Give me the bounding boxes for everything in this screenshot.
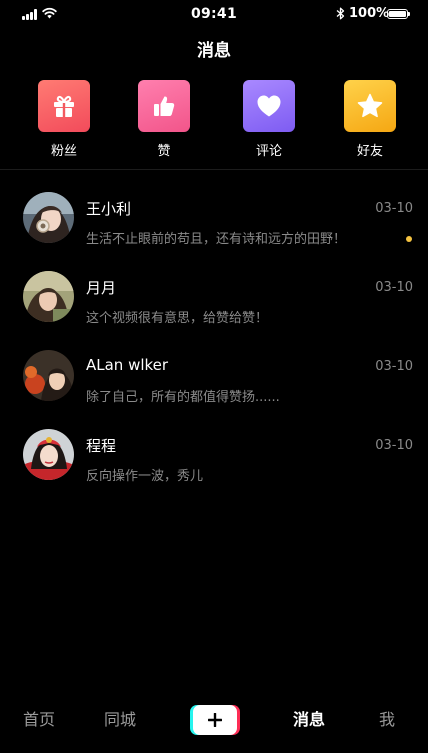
message-preview: 反向操作一波，秀儿 [86, 469, 204, 484]
heart-icon [243, 80, 295, 132]
message-row[interactable]: ALan wlker 除了自己，所有的都值得赞扬...... 03-10 [0, 328, 428, 407]
contact-name: 月月 [86, 279, 117, 297]
message-categories: 粉丝 赞 评论 好友 [0, 80, 428, 160]
tab-home[interactable]: 首页 [23, 706, 55, 730]
avatar[interactable] [23, 350, 74, 401]
category-label-friends: 好友 [356, 144, 383, 159]
category-label-fans: 粉丝 [50, 144, 77, 159]
avatar[interactable] [23, 271, 74, 322]
bottom-tab-bar: 首页 同城 消息 我 [0, 694, 428, 742]
contact-name: ALan wlker [86, 356, 169, 374]
message-date: 03-10 [375, 280, 413, 295]
contact-name: 王小利 [86, 200, 132, 218]
tab-me[interactable]: 我 [379, 706, 395, 730]
message-preview: 生活不止眼前的苟且，还有诗和远方的田野！ [86, 232, 347, 247]
battery-percentage: 100% [349, 6, 390, 21]
category-comments[interactable]: 评论 [229, 80, 309, 159]
message-date: 03-10 [375, 438, 413, 453]
avatar[interactable] [23, 429, 74, 480]
create-button[interactable] [190, 705, 240, 735]
message-date: 03-10 [375, 201, 413, 216]
thumbs-up-icon [138, 80, 190, 132]
message-date: 03-10 [375, 359, 413, 374]
page-title: 消息 [197, 41, 231, 61]
message-row[interactable]: 程程 反向操作一波，秀儿 03-10 [0, 407, 428, 486]
message-row[interactable]: 月月 这个视频很有意思，给赞给赞！ 03-10 [0, 249, 428, 328]
category-label-likes: 赞 [157, 144, 171, 159]
avatar[interactable] [23, 192, 74, 243]
message-row[interactable]: 王小利 生活不止眼前的苟且，还有诗和远方的田野！ 03-10 [0, 170, 428, 249]
category-label-comments: 评论 [255, 144, 282, 159]
star-icon [344, 80, 396, 132]
battery-icon [387, 9, 410, 19]
category-likes[interactable]: 赞 [124, 80, 204, 159]
contact-name: 程程 [86, 437, 117, 455]
plus-icon [193, 705, 237, 735]
gift-icon [38, 80, 90, 132]
category-fans[interactable]: 粉丝 [24, 80, 104, 159]
category-friends[interactable]: 好友 [330, 80, 410, 159]
bluetooth-icon [336, 7, 345, 20]
messages-screen: 09:41 100% 消息 粉丝 赞 评论 好友 王小利 生活不止眼前的苟且，还… [0, 0, 428, 753]
message-preview: 除了自己，所有的都值得赞扬...... [86, 390, 280, 405]
tab-messages[interactable]: 消息 [293, 706, 325, 730]
unread-indicator [406, 236, 412, 242]
message-preview: 这个视频很有意思，给赞给赞！ [86, 311, 269, 326]
status-bar: 09:41 100% [0, 0, 428, 28]
tab-local[interactable]: 同城 [104, 706, 136, 730]
